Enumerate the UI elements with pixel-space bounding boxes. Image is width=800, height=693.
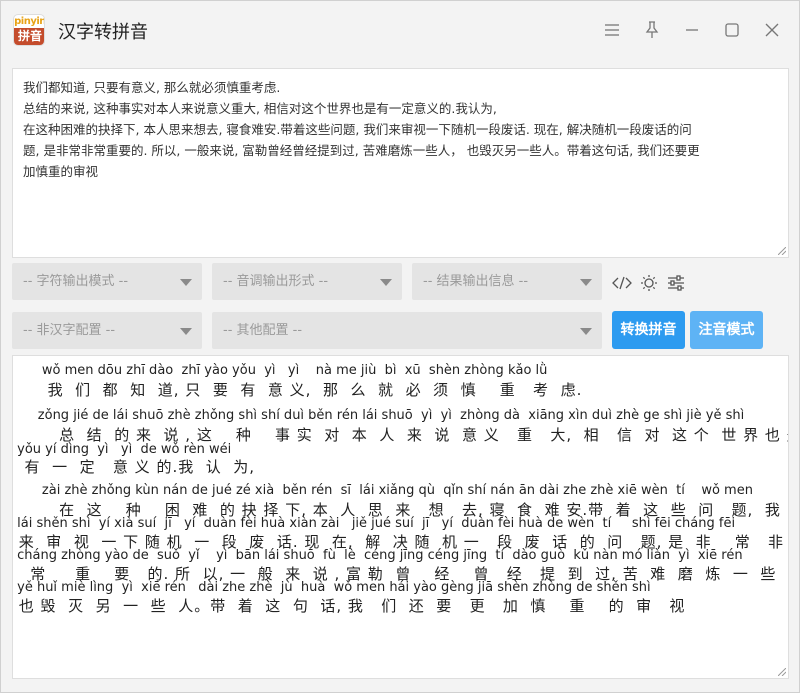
output-pinyin-line: lái shěn shì yí xià suí jī yí duàn fèi h… (13, 516, 736, 531)
sliders-icon[interactable] (666, 273, 686, 293)
result-output-info-value: -- 结果输出信息 -- (423, 274, 529, 289)
result-output-info-select[interactable]: -- 结果输出信息 -- (412, 263, 602, 300)
input-line: 总结的来说, 这种事实对本人来说意义重大, 相信对这个世界也是有一定意义的.我认… (23, 101, 497, 116)
output-pinyin-line: zài zhè zhǒng kùn nán de jué zé xià běn … (13, 483, 753, 498)
title-bar[interactable]: pinyin 拼音 汉字转拼音 (1, 1, 799, 59)
resize-grip-icon[interactable] (778, 668, 786, 676)
other-config-value: -- 其他配置 -- (223, 323, 303, 338)
app-logo: pinyin 拼音 (13, 14, 45, 46)
char-output-mode-value: -- 字符输出模式 -- (23, 274, 129, 289)
non-hanzi-config-value: -- 非汉字配置 -- (23, 323, 116, 338)
chevron-down-icon (580, 279, 592, 286)
hanzi-input-textarea[interactable]: 我们都知道, 只要有意义, 那么就必须慎重考虑. 总结的来说, 这种事实对本人来… (12, 68, 789, 258)
app-title: 汉字转拼音 (58, 22, 148, 43)
output-pinyin-line: yě huǐ miè lìng yì xiē rén dài zhe zhè j… (13, 580, 651, 595)
char-output-mode-select[interactable]: -- 字符输出模式 -- (12, 263, 202, 300)
chevron-down-icon (380, 279, 392, 286)
resize-grip-icon[interactable] (778, 247, 786, 255)
non-hanzi-config-select[interactable]: -- 非汉字配置 -- (12, 312, 202, 349)
output-pinyin-line: zǒng jié de lái shuō zhè zhǒng shì shí d… (13, 408, 745, 423)
convert-pinyin-button[interactable]: 转换拼音 (612, 311, 685, 349)
input-line: 加慎重的审视 (23, 164, 99, 179)
chevron-down-icon (580, 328, 592, 335)
sun-icon[interactable] (639, 273, 659, 293)
tone-output-form-value: -- 音调输出形式 -- (223, 274, 329, 289)
input-line: 题, 是非常非常重要的. 所以, 一般来说, 富勒曾经曾经提到过, 苦难磨炼一些… (23, 143, 700, 158)
pin-icon[interactable] (642, 20, 662, 40)
output-pinyin-line: yǒu yí dìng yì yì de wǒ rèn wéi (13, 442, 232, 457)
input-line: 我们都知道, 只要有意义, 那么就必须慎重考虑. (23, 80, 281, 95)
logo-bottom-text: 拼音 (14, 28, 44, 45)
pinyin-output-panel[interactable]: wǒ men dōu zhī dào zhī yào yǒu yì yì nà … (12, 355, 789, 679)
annotate-mode-button[interactable]: 注音模式 (690, 311, 763, 349)
chevron-down-icon (180, 328, 192, 335)
code-icon[interactable] (612, 273, 632, 293)
minimize-icon[interactable] (682, 20, 702, 40)
output-pinyin-line: cháng zhòng yào de suǒ yǐ yì bān lái shu… (13, 548, 743, 563)
chevron-down-icon (180, 279, 192, 286)
menu-icon[interactable] (602, 20, 622, 40)
tone-output-form-select[interactable]: -- 音调输出形式 -- (212, 263, 402, 300)
logo-top-text: pinyin (14, 16, 45, 27)
input-line: 在这种困难的抉择下, 本人思来想去, 寝食难安.带着这些问题, 我们来审视一下随… (23, 122, 692, 137)
close-icon[interactable] (762, 20, 782, 40)
output-pinyin-line: wǒ men dōu zhī dào zhī yào yǒu yì yì nà … (13, 363, 548, 378)
other-config-select[interactable]: -- 其他配置 -- (212, 312, 602, 349)
output-hanzi-line: 也 毁 灭 另 一 些 人。带 着 这 句 话, 我 们 还 要 更 加 慎 重… (13, 597, 686, 615)
maximize-icon[interactable] (722, 20, 742, 40)
output-hanzi-line: 我 们 都 知 道, 只 要 有 意 义, 那 么 就 必 须 慎 重 考 虑. (13, 381, 583, 399)
output-hanzi-line: 有 一 定 意 义 的.我 认 为, (13, 458, 256, 476)
app-window: pinyin 拼音 汉字转拼音 我们都知道, 只要有意义, 那么就必须慎重考虑.… (0, 0, 800, 693)
